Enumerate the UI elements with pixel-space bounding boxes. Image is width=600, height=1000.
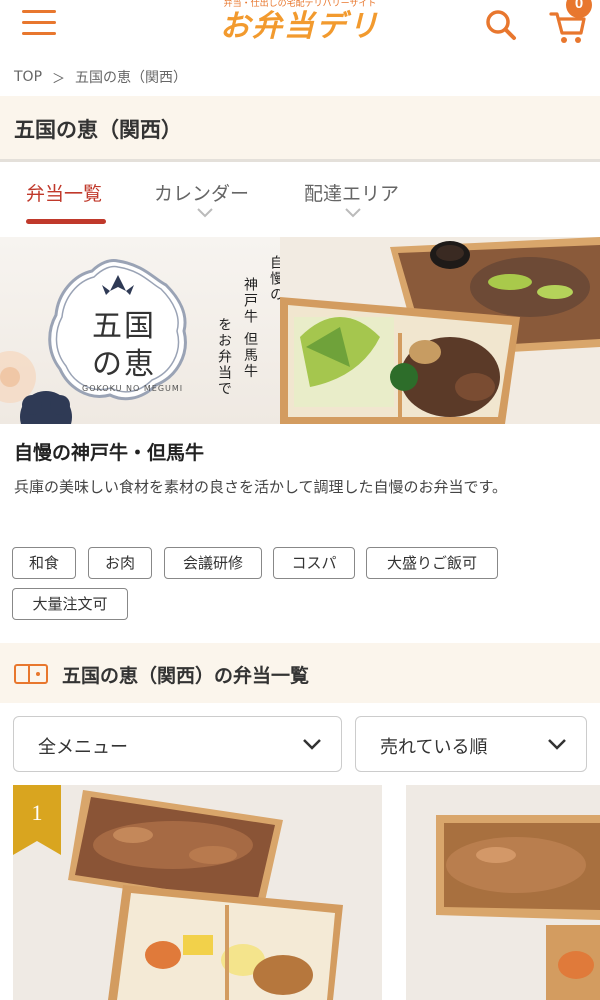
page-title: 五国の恵（関西）: [14, 118, 182, 142]
emblem-romaji: GOKOKU NO MEGUMI: [82, 384, 184, 393]
tab-calendar[interactable]: カレンダー: [154, 179, 249, 206]
breadcrumb: TOP ＞ 五国の恵（関西）: [14, 66, 187, 88]
tag-large-rice-ok[interactable]: 大盛りご飯可: [366, 547, 498, 579]
menu-filter-select[interactable]: 全メニュー: [13, 716, 342, 772]
tab-bento-list[interactable]: 弁当一覧: [26, 179, 102, 206]
intro-description: 兵庫の美味しい食材を素材の良さを活かして調理した自慢のお弁当です。: [14, 478, 508, 496]
menu-filter-chevron-down-icon: [303, 739, 321, 750]
logo-text: お弁当デリ: [220, 9, 380, 44]
bento-list-header: 五国の恵（関西）の弁当一覧: [0, 643, 600, 703]
sort-order-chevron-down-icon: [548, 739, 566, 750]
tag-cost-performance[interactable]: コスパ: [273, 547, 355, 579]
tab-delivery-area[interactable]: 配達エリア: [304, 179, 399, 206]
tag-washoku[interactable]: 和食: [12, 547, 76, 579]
tag-bulk-order-ok[interactable]: 大量注文可: [12, 588, 128, 620]
hero-bento-photo: [280, 237, 600, 424]
bento-card-2[interactable]: [406, 785, 600, 1000]
tag-meat[interactable]: お肉: [88, 547, 152, 579]
intro-title: 自慢の神戸牛・但馬牛: [14, 442, 205, 464]
site-logo[interactable]: 弁当・仕出しの宅配デリバリーサイト お弁当デリ: [214, 0, 386, 44]
breadcrumb-chevron-icon: ＞: [52, 71, 66, 87]
tag-meeting-training[interactable]: 会議研修: [164, 547, 262, 579]
tab-bar: 弁当一覧 カレンダー 配達エリア: [0, 165, 600, 227]
bento-box-icon: [14, 664, 48, 684]
site-header: 弁当・仕出しの宅配デリバリーサイト お弁当デリ 0: [0, 0, 600, 60]
hero-vertical-line2: 神戸牛 但馬牛: [242, 277, 258, 380]
breadcrumb-top-link[interactable]: TOP: [14, 69, 42, 85]
bento-card-2-photo: [406, 785, 600, 1000]
hero-vertical-line3: をお弁当で: [216, 317, 232, 397]
menu-filter-value: 全メニュー: [38, 737, 128, 758]
active-tab-indicator: [26, 219, 106, 224]
bento-list-heading: 五国の恵（関西）の弁当一覧: [62, 665, 310, 687]
bento-card-1-photo: [13, 785, 382, 1000]
menu-icon[interactable]: [22, 10, 56, 38]
delivery-area-chevron-down-icon: [345, 208, 361, 218]
rank-number: 1: [31, 800, 43, 825]
breadcrumb-current: 五国の恵（関西）: [75, 70, 188, 86]
bento-card-1[interactable]: [13, 785, 382, 1000]
emblem-text-line2: の恵: [92, 347, 156, 382]
sort-order-select[interactable]: 売れている順: [355, 716, 587, 772]
calendar-chevron-down-icon: [197, 208, 213, 218]
page-title-band: 五国の恵（関西）: [0, 96, 600, 162]
hero-banner: 五国 の恵 GOKOKU NO MEGUMI 自慢の 神戸牛 但馬牛 をお弁当で: [0, 237, 600, 424]
search-icon[interactable]: [484, 8, 518, 42]
sort-order-value: 売れている順: [380, 737, 488, 758]
